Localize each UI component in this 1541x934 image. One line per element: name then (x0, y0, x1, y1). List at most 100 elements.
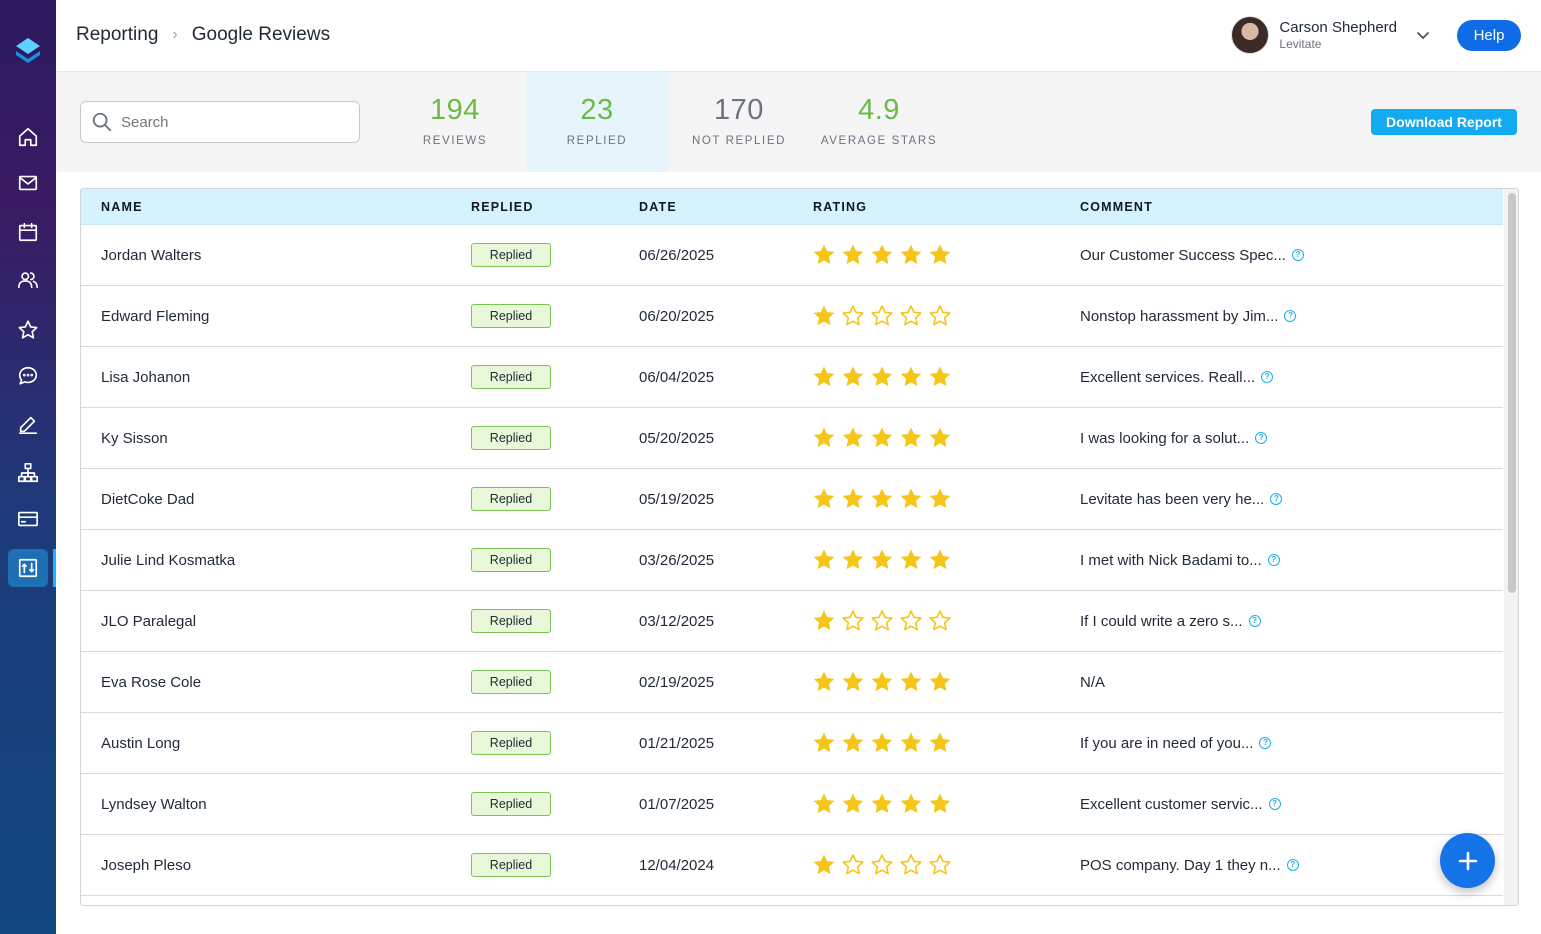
stat-not-replied[interactable]: 170 NOT REPLIED (670, 72, 808, 172)
cell-replied: Replied (471, 652, 551, 712)
star-filled-icon (842, 671, 864, 691)
nav-reporting-icon[interactable] (8, 549, 48, 587)
header: Reporting › Google Reviews Carson Shephe… (56, 0, 1541, 72)
info-icon[interactable]: ? (1284, 310, 1297, 322)
header-name[interactable]: NAME (101, 200, 143, 214)
replied-badge: Replied (471, 609, 551, 633)
info-icon[interactable]: ? (1259, 737, 1272, 749)
table-header: NAME REPLIED DATE RATING COMMENT (81, 189, 1503, 225)
search-box[interactable] (80, 101, 360, 143)
cell-comment: If you are in need of you...? (1080, 713, 1272, 773)
cell-date: 03/26/2025 (639, 551, 715, 569)
nav-hierarchy-icon[interactable] (8, 454, 48, 492)
star-filled-icon (900, 549, 922, 569)
nav-contacts-icon[interactable] (8, 261, 48, 299)
cell-rating (812, 835, 952, 895)
stat-replied[interactable]: 23 REPLIED (526, 72, 668, 172)
star-rating (812, 365, 952, 389)
info-icon[interactable]: ? (1291, 249, 1304, 261)
replied-badge: Replied (471, 792, 551, 816)
replied-badge: Replied (471, 670, 551, 694)
chevron-down-icon[interactable] (1415, 27, 1431, 43)
star-outline-icon (842, 305, 864, 326)
table-row[interactable]: Lisa Johanon Replied 06/04/2025 Excellent s… (81, 347, 1503, 408)
star-filled-icon (900, 671, 922, 691)
scrollbar-thumb[interactable] (1508, 193, 1516, 593)
cell-comment: Nonstop harassment by Jim...? (1080, 286, 1297, 346)
comment-text: POS company. Day 1 they n... (1080, 856, 1281, 874)
cell-replied: Replied (471, 408, 551, 468)
header-rating[interactable]: RATING (813, 200, 867, 214)
cell-rating (812, 713, 952, 773)
replied-badge: Replied (471, 853, 551, 877)
table-row[interactable]: Edward Fleming Replied 06/20/2025 Nonstop h… (81, 286, 1503, 347)
cell-rating (812, 408, 952, 468)
add-button[interactable] (1440, 833, 1495, 888)
breadcrumb-current: Google Reviews (191, 24, 331, 45)
star-filled-icon (871, 244, 893, 264)
table-row[interactable]: Eva Rose Cole Replied 02/19/2025 N/A (81, 652, 1503, 713)
table-row[interactable]: JLO Paralegal Replied 03/12/2025 If I could… (81, 591, 1503, 652)
user-menu[interactable]: Carson Shepherd Levitate (1231, 16, 1431, 54)
table-row[interactable]: Jordan Walters Replied 06/26/2025 Our Custo… (81, 225, 1503, 286)
info-icon[interactable]: ? (1267, 554, 1280, 566)
cell-comment: Excellent customer servic...? (1080, 774, 1281, 834)
star-outline-icon (871, 610, 893, 631)
star-outline-icon (929, 610, 951, 631)
info-icon[interactable]: ? (1268, 798, 1281, 810)
star-filled-icon (842, 427, 864, 447)
info-icon[interactable]: ? (1255, 432, 1268, 444)
table-row[interactable]: Julie Lind Kosmatka Replied 03/26/2025 I me… (81, 530, 1503, 591)
cell-name: Edward Fleming (101, 307, 210, 325)
nav-calendar-icon[interactable] (8, 213, 48, 251)
cell-comment: I met with Nick Badami to...? (1080, 530, 1280, 590)
replied-badge: Replied (471, 487, 551, 511)
info-icon[interactable]: ? (1270, 493, 1283, 505)
star-rating (812, 548, 952, 572)
nav-mail-icon[interactable] (8, 164, 48, 202)
star-outline-icon (900, 854, 922, 875)
table-row[interactable]: DietCoke Dad Replied 05/19/2025 Levitate ha… (81, 469, 1503, 530)
info-icon[interactable]: ? (1261, 371, 1274, 383)
star-filled-icon (900, 732, 922, 752)
sidebar (0, 0, 56, 934)
header-date[interactable]: DATE (639, 200, 677, 214)
table-row[interactable]: Joseph Pleso Replied 12/04/2024 POS company… (81, 835, 1503, 896)
nav-chat-icon[interactable] (8, 357, 48, 395)
nav-star-icon[interactable] (8, 311, 48, 349)
table-row[interactable]: Ky Sisson Replied 05/20/2025 I was looking … (81, 408, 1503, 469)
scrollbar-track[interactable] (1504, 189, 1518, 905)
levitate-logo-icon[interactable] (14, 36, 42, 66)
cell-name: Lisa Johanon (101, 368, 191, 386)
cell-rating (812, 469, 952, 529)
avatar[interactable] (1231, 16, 1270, 54)
cell-comment: N/A (1080, 652, 1105, 712)
comment-text: Levitate has been very he... (1080, 490, 1265, 508)
nav-edit-icon[interactable] (8, 405, 48, 443)
search-icon (92, 112, 112, 132)
cell-name: Eva Rose Cole (101, 673, 202, 691)
star-filled-icon (813, 488, 835, 508)
search-input[interactable] (121, 113, 341, 131)
star-filled-icon (871, 488, 893, 508)
star-filled-icon (813, 610, 835, 630)
star-filled-icon (871, 427, 893, 447)
table-row[interactable]: Austin Long Replied 01/21/2025 If you are i… (81, 713, 1503, 774)
header-comment[interactable]: COMMENT (1080, 200, 1153, 214)
table-row[interactable]: Lyndsey Walton Replied 01/07/2025 Excellent… (81, 774, 1503, 835)
download-report-button[interactable]: Download Report (1371, 109, 1517, 135)
stat-reviews[interactable]: 194 REVIEWS (386, 72, 524, 172)
breadcrumb-parent[interactable]: Reporting (76, 24, 158, 46)
star-filled-icon (900, 793, 922, 813)
header-replied[interactable]: REPLIED (471, 200, 534, 214)
help-button[interactable]: Help (1457, 20, 1521, 51)
star-filled-icon (871, 549, 893, 569)
nav-home-icon[interactable] (8, 118, 48, 156)
cell-rating (812, 530, 952, 590)
cell-rating (812, 652, 952, 712)
nav-card-icon[interactable] (8, 500, 48, 538)
info-icon[interactable]: ? (1286, 859, 1299, 871)
cell-date: 03/12/2025 (639, 612, 715, 630)
stat-average-stars[interactable]: 4.9 AVERAGE STARS (808, 72, 950, 172)
info-icon[interactable]: ? (1248, 615, 1261, 627)
